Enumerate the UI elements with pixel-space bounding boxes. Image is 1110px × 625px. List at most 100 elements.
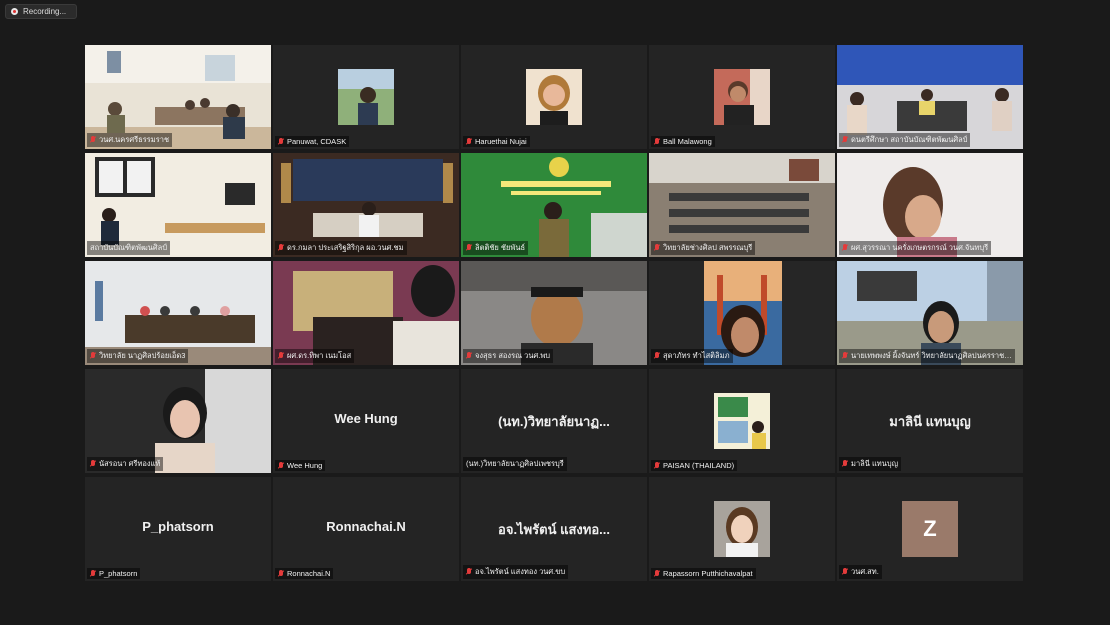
participant-name: จงสุธร สองรณ วนศ.พบ (475, 351, 551, 360)
participant-name-bar: PAISAN (THAILAND) (651, 460, 738, 471)
participant-tile[interactable]: PAISAN (THAILAND) (649, 369, 835, 473)
profile-photo (526, 69, 582, 125)
participant-name-bar: อจ.ไพรัตน์ แสงทอง วนศ.ขบ (463, 565, 569, 579)
participant-tile[interactable]: Haruethai Nujai (461, 45, 647, 149)
participant-tile[interactable]: จงสุธร สองรณ วนศ.พบ (461, 261, 647, 365)
participant-name: Ball Malawong (663, 137, 712, 146)
participant-tile[interactable]: นายเทพพงษ์ ผิ้งจันทร์ วิทยาลัยนาฏศิลปนคร… (837, 261, 1023, 365)
participant-name-bar: (นท.)วิทยาลัยนาฏศิลปเพชรบุรี (463, 457, 567, 471)
participant-tile[interactable]: อจ.ไพรัตน์ แสงทอ... อจ.ไพรัตน์ แสงทอง วน… (461, 477, 647, 581)
recording-label: Recording... (23, 7, 67, 16)
mic-muted-icon (278, 461, 284, 470)
profile-photo (714, 393, 770, 449)
mic-muted-icon (90, 460, 96, 468)
mic-muted-icon (278, 244, 284, 252)
gallery-grid: วนศ.นครศรีธรรมราช Panuwat, CDASK Harueth… (85, 45, 1023, 581)
participant-name: Haruethai Nujai (475, 137, 527, 146)
participant-tile[interactable]: Rapassorn Putthichavalpat (649, 477, 835, 581)
participant-name: ดร.กมลา ประเสริฐสิริกุล ผอ.วนศ.ชม (287, 243, 404, 252)
participant-tile[interactable]: ดร.กมลา ประเสริฐสิริกุล ผอ.วนศ.ชม (273, 153, 459, 257)
participant-name-bar: วิทยาลัยช่างศิลป สพรรณบุรี (651, 241, 756, 255)
participant-name: P_phatsorn (99, 569, 138, 578)
participant-tile[interactable]: Ronnachai.N Ronnachai.N (273, 477, 459, 581)
participant-name: Wee Hung (287, 461, 323, 470)
mic-muted-icon (654, 569, 660, 578)
participant-name-bar: วนศ.สท. (839, 565, 882, 579)
mic-muted-icon (842, 460, 848, 468)
participant-name-bar: Ronnachai.N (275, 568, 334, 579)
participant-name-bar: มาลินี แทนบุญ (839, 457, 902, 471)
participant-name: Panuwat, CDASK (287, 137, 347, 146)
participant-name-bar: Haruethai Nujai (463, 136, 530, 147)
participant-tile[interactable]: ผศ.ดร.ทิพา เนมโอส (273, 261, 459, 365)
participant-name: วิทยาลัย นาฏศิลปร้อยเอ็ด3 (99, 351, 186, 360)
participant-tile[interactable]: Ball Malawong (649, 45, 835, 149)
mic-muted-icon (466, 137, 472, 146)
participant-name: ผศ.ดร.ทิพา เนมโอส (287, 351, 352, 360)
participant-display-name: (นท.)วิทยาลัยนาฏ... (498, 414, 610, 429)
mic-muted-icon (842, 244, 848, 252)
participant-name-bar: สถาบันบัณฑิตพัฒนศิลป์ (87, 241, 170, 255)
participant-name: นัสรอนา ศรีทองแท้ (99, 459, 161, 468)
record-icon (11, 8, 18, 15)
profile-photo (338, 69, 394, 125)
participant-name: วนศ.สท. (851, 567, 879, 576)
participant-tile[interactable]: วนศ.นครศรีธรรมราช (85, 45, 271, 149)
participant-tile[interactable]: (นท.)วิทยาลัยนาฏ... (นท.)วิทยาลัยนาฏศิลป… (461, 369, 647, 473)
mic-muted-icon (466, 568, 472, 576)
mic-muted-icon (654, 461, 660, 470)
participant-name: สถาบันบัณฑิตพัฒนศิลป์ (90, 243, 167, 252)
participant-tile[interactable]: Panuwat, CDASK (273, 45, 459, 149)
participant-name: Ronnachai.N (287, 569, 331, 578)
participant-name-bar: ลิตติชัย ชัยพันธ์ (463, 241, 529, 255)
participant-tile[interactable]: ผศ.สุวรรณา นครั่งเกษตรกรณ์ วนศ.จันทบุรี (837, 153, 1023, 257)
avatar-initial: Z (902, 501, 958, 557)
participant-name: (นท.)วิทยาลัยนาฏศิลปเพชรบุรี (466, 459, 564, 468)
participant-name: มาลินี แทนบุญ (851, 459, 899, 468)
participant-tile[interactable]: ลิตติชัย ชัยพันธ์ (461, 153, 647, 257)
participant-name-bar: P_phatsorn (87, 568, 141, 579)
participant-name: ดนตรีศึกษา สถาบันบัณฑิตพัฒนศิลป์ (851, 135, 968, 144)
participant-name-bar: Rapassorn Putthichavalpat (651, 568, 756, 579)
participant-name-bar: วิทยาลัย นาฏศิลปร้อยเอ็ด3 (87, 349, 189, 363)
mic-muted-icon (90, 136, 96, 144)
mic-muted-icon (466, 244, 472, 252)
participant-tile[interactable]: สุดาภัทร ทำไสติลิมภ (649, 261, 835, 365)
participant-name-bar: วนศ.นครศรีธรรมราช (87, 133, 173, 147)
mic-muted-icon (278, 569, 284, 578)
mic-muted-icon (90, 352, 96, 360)
participant-name-bar: ดนตรีศึกษา สถาบันบัณฑิตพัฒนศิลป์ (839, 133, 971, 147)
mic-muted-icon (842, 352, 848, 360)
participant-tile[interactable]: ดนตรีศึกษา สถาบันบัณฑิตพัฒนศิลป์ (837, 45, 1023, 149)
participant-name-bar: นายเทพพงษ์ ผิ้งจันทร์ วิทยาลัยนาฏศิลปนคร… (839, 349, 1015, 363)
participant-name-bar: Ball Malawong (651, 136, 715, 147)
recording-indicator[interactable]: Recording... (5, 4, 77, 19)
participant-name-bar: ผศ.ดร.ทิพา เนมโอส (275, 349, 355, 363)
participant-tile[interactable]: Z วนศ.สท. (837, 477, 1023, 581)
participant-tile[interactable]: P_phatsorn P_phatsorn (85, 477, 271, 581)
profile-photo (714, 69, 770, 125)
mic-muted-icon (654, 137, 660, 146)
participant-name: วนศ.นครศรีธรรมราช (99, 135, 170, 144)
mic-muted-icon (654, 352, 660, 360)
participant-name-bar: จงสุธร สองรณ วนศ.พบ (463, 349, 554, 363)
participant-tile[interactable]: มาลินี แทนบุญ มาลินี แทนบุญ (837, 369, 1023, 473)
participant-tile-speaking[interactable]: สถาบันบัณฑิตพัฒนศิลป์ (85, 153, 271, 257)
participant-name-bar: ดร.กมลา ประเสริฐสิริกุล ผอ.วนศ.ชม (275, 241, 407, 255)
participant-display-name: P_phatsorn (142, 519, 214, 534)
participant-display-name: อจ.ไพรัตน์ แสงทอ... (498, 522, 610, 537)
participant-name: Rapassorn Putthichavalpat (663, 569, 753, 578)
participant-tile[interactable]: วิทยาลัย นาฏศิลปร้อยเอ็ด3 (85, 261, 271, 365)
participant-name-bar: นัสรอนา ศรีทองแท้ (87, 457, 164, 471)
participant-tile[interactable]: นัสรอนา ศรีทองแท้ (85, 369, 271, 473)
participant-display-name: มาลินี แทนบุญ (889, 414, 971, 429)
participant-name: PAISAN (THAILAND) (663, 461, 735, 470)
mic-muted-icon (278, 352, 284, 360)
participant-name-bar: Wee Hung (275, 460, 326, 471)
participant-display-name: Ronnachai.N (326, 519, 406, 534)
participant-name-bar: สุดาภัทร ทำไสติลิมภ (651, 349, 733, 363)
participant-tile[interactable]: วิทยาลัยช่างศิลป สพรรณบุรี (649, 153, 835, 257)
participant-tile[interactable]: Wee Hung Wee Hung (273, 369, 459, 473)
participant-name: ผศ.สุวรรณา นครั่งเกษตรกรณ์ วนศ.จันทบุรี (851, 243, 989, 252)
participant-name: สุดาภัทร ทำไสติลิมภ (663, 351, 730, 360)
